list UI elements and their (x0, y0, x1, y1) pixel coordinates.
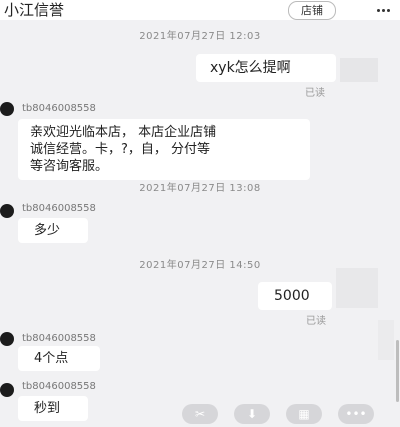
incoming-message[interactable]: 亲欢迎光临本店， 本店企业店铺 诚信经营。卡，?，自， 分付等 等咨询客服。 (18, 119, 310, 180)
outgoing-message[interactable]: xyk怎么提啊 (196, 54, 336, 82)
message-line: 亲欢迎光临本店， 本店企业店铺 (30, 125, 217, 140)
page-title: 小江信誉 (4, 1, 65, 19)
more-icon[interactable]: ••• (338, 404, 374, 424)
keyboard-icon[interactable]: ▦ (286, 404, 322, 424)
incoming-message[interactable]: 多少 (18, 218, 88, 243)
incoming-message[interactable]: 秒到 (18, 396, 88, 421)
message-line: 等咨询客服。 (30, 159, 109, 174)
avatar[interactable] (0, 102, 14, 116)
username: tb8046008558 (22, 203, 96, 214)
avatar[interactable] (0, 383, 14, 397)
timestamp: 2021年07月27日 13:08 (139, 183, 261, 194)
read-status: 已读 (306, 316, 326, 327)
outgoing-message[interactable]: 5000 (258, 282, 332, 310)
shop-button[interactable]: 店铺 (288, 1, 336, 20)
avatar[interactable] (0, 332, 14, 346)
scissors-icon[interactable]: ✂ (182, 404, 218, 424)
username: tb8046008558 (22, 381, 96, 392)
chat-header: 小江信誉 店铺 (0, 0, 400, 20)
more-dots-icon[interactable] (374, 1, 392, 19)
blurred-region (378, 320, 394, 360)
avatar-blurred (340, 58, 378, 82)
scrollbar[interactable] (396, 340, 399, 402)
avatar-blurred (336, 268, 378, 308)
incoming-message[interactable]: 4个点 (18, 346, 100, 371)
message-line: 诚信经营。卡，?，自， 分付等 (30, 142, 211, 157)
avatar[interactable] (0, 204, 14, 218)
username: tb8046008558 (22, 333, 96, 344)
read-status: 已读 (305, 88, 325, 99)
download-icon[interactable]: ⬇ (234, 404, 270, 424)
username: tb8046008558 (22, 103, 96, 114)
timestamp: 2021年07月27日 12:03 (139, 31, 261, 42)
